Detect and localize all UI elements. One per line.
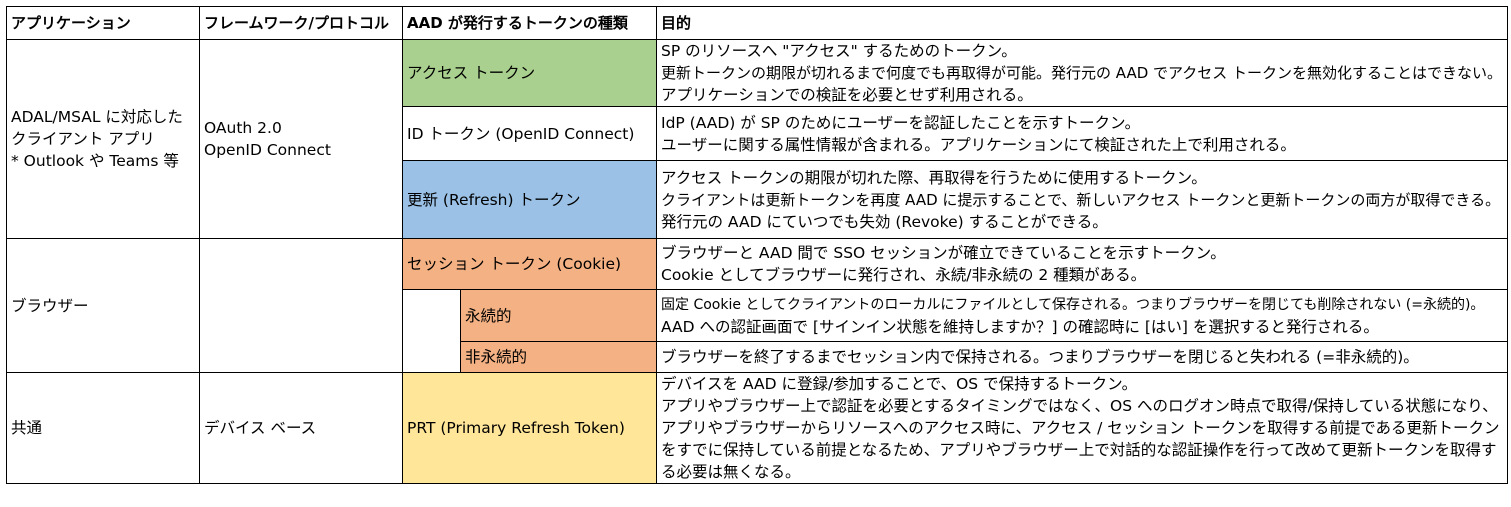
framework-line: OpenID Connect [204,141,331,159]
table-row: ブラウザー セッション トークン (Cookie) ブラウザーと AAD 間で … [6,238,1508,373]
table-row: ADAL/MSAL に対応した クライアント アプリ * Outlook や T… [6,39,1508,239]
purpose-session: ブラウザーと AAD 間で SSO セッションが確立できていることを示すトークン… [656,238,1508,290]
purpose-line: クライアントは更新トークンを再度 AAD に提示することで、新しいアクセス トー… [661,190,1501,209]
subtoken-indent [402,289,461,373]
purpose-prt: デバイスを AAD に登録/参加することで、OS で保持するトークン。 アプリや… [656,372,1508,484]
app-line: * Outlook や Teams 等 [11,152,179,170]
app-line: ADAL/MSAL に対応した [11,108,183,126]
header-app: アプリケーション [6,6,200,40]
purpose-line: 更新トークンの期限が切れるまで何度でも再取得が可能。発行元の AAD でアクセス… [661,64,1503,82]
app-cell-browser: ブラウザー [6,238,200,373]
purpose-line: 固定 Cookie としてクライアントのローカルにファイルとして保存される。つま… [661,296,1485,313]
purpose-id: IdP (AAD) が SP のためにユーザーを認証したことを示すトークン。 ユ… [656,106,1508,161]
token-nonpersistent: 非永続的 [460,341,657,373]
framework-cell-common: デバイス ベース [199,372,403,484]
token-access: アクセス トークン [402,39,657,107]
purpose-line: ユーザーに関する属性情報が含まれる。アプリケーションにて検証された上で利用される… [661,135,1296,154]
purpose-line: Cookie としてブラウザーに発行され、永続/非永続の 2 種類がある。 [661,266,1147,284]
header-purpose: 目的 [656,6,1508,40]
app-cell-common: 共通 [6,372,200,484]
app-cell-client: ADAL/MSAL に対応した クライアント アプリ * Outlook や T… [6,39,200,239]
framework-cell-client: OAuth 2.0 OpenID Connect [199,39,403,239]
framework-cell-browser [199,238,403,373]
purpose-line: 発行元の AAD にていつでも失効 (Revoke) することができる。 [661,212,1108,231]
header-token-type: AAD が発行するトークンの種類 [402,6,657,40]
table-header-row: アプリケーション フレームワーク/プロトコル AAD が発行するトークンの種類 … [6,6,1508,40]
purpose-nonpersistent: ブラウザーを終了するまでセッション内で保持される。つまりブラウザーを閉じると失わ… [656,341,1508,373]
purpose-line: アプリやブラウザー上で認証を必要とするタイミングではなく、OS へのログオン時点… [661,397,1500,481]
token-persistent: 永続的 [460,289,657,342]
token-session: セッション トークン (Cookie) [402,238,657,290]
purpose-line: IdP (AAD) が SP のためにユーザーを認証したことを示すトークン。 [661,113,1141,132]
token-table: アプリケーション フレームワーク/プロトコル AAD が発行するトークンの種類 … [6,6,1508,484]
header-framework: フレームワーク/プロトコル [199,6,403,40]
purpose-line: SP のリソースへ "アクセス" するためのトークン。 [661,42,1017,60]
token-refresh: 更新 (Refresh) トークン [402,160,657,239]
purpose-persistent: 固定 Cookie としてクライアントのローカルにファイルとして保存される。つま… [656,289,1508,342]
framework-line: OAuth 2.0 [204,119,282,137]
purpose-refresh: アクセス トークンの期限が切れた際、再取得を行うために使用するトークン。 クライ… [656,160,1508,239]
purpose-line: デバイスを AAD に登録/参加することで、OS で保持するトークン。 [661,375,1138,393]
purpose-line: AAD への認証画面で [サインイン状態を維持しますか？] の確認時に [はい]… [661,317,1379,336]
token-id: ID トークン (OpenID Connect) [402,106,657,161]
purpose-line: アクセス トークンの期限が切れた際、再取得を行うために使用するトークン。 [661,168,1207,187]
app-line: クライアント アプリ [11,130,155,148]
purpose-access: SP のリソースへ "アクセス" するためのトークン。 更新トークンの期限が切れ… [656,39,1508,107]
purpose-line: アプリケーションでの検証を必要とせず利用される。 [661,86,1033,104]
token-prt: PRT (Primary Refresh Token) [402,372,657,484]
purpose-line: ブラウザーと AAD 間で SSO セッションが確立できていることを示すトークン… [661,244,1226,262]
purpose-line: ブラウザーを終了するまでセッション内で保持される。つまりブラウザーを閉じると失わ… [661,348,1419,366]
table-row: 共通 デバイス ベース PRT (Primary Refresh Token) … [6,372,1508,484]
